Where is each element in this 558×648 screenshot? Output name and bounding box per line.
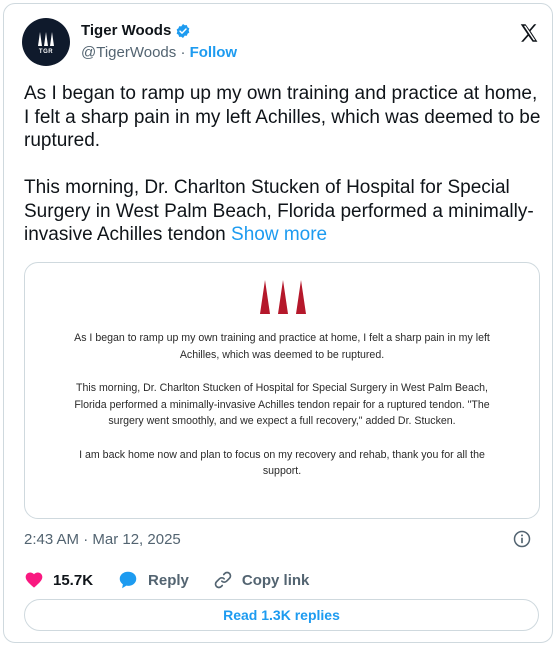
x-logo-icon[interactable] <box>518 22 540 44</box>
avatar[interactable]: TGR <box>22 18 70 66</box>
reply-bubble-icon <box>119 571 137 589</box>
tweet-card: TGR Tiger Woods @TigerWoods · Follow As … <box>3 3 553 643</box>
reply-button[interactable]: Reply <box>117 569 189 591</box>
tgr-logo-icon <box>38 32 54 46</box>
tweet-text: As I began to ramp up my own training an… <box>24 82 544 247</box>
like-count: 15.7K <box>53 571 94 589</box>
link-icon <box>214 571 232 589</box>
timestamp[interactable]: 2:43 AM · Mar 12, 2025 <box>24 531 181 548</box>
media-paragraph: I am back home now and plan to focus on … <box>79 448 485 478</box>
tgr-red-logo-icon <box>260 280 306 314</box>
separator: · <box>180 44 186 61</box>
media-paragraph: As I began to ramp up my own training an… <box>74 332 490 361</box>
like-button[interactable]: 15.7K <box>24 570 93 590</box>
media-paragraph: This morning, Dr. Charlton Stucken of Ho… <box>74 382 490 427</box>
handle-row: @TigerWoods · Follow <box>81 44 237 61</box>
read-replies-button[interactable]: Read 1.3K replies <box>24 599 539 631</box>
copy-link-label: Copy link <box>241 571 310 589</box>
show-more-link[interactable]: Show more <box>231 224 327 245</box>
display-name[interactable]: Tiger Woods <box>81 22 171 39</box>
read-replies-label: Read 1.3K replies <box>223 607 340 623</box>
media-statement: As I began to ramp up my own training an… <box>65 330 499 497</box>
heart-icon <box>25 572 43 588</box>
action-bar: 15.7K Reply Copy link <box>24 569 333 591</box>
tweet-body: As I began to ramp up my own training an… <box>24 83 541 245</box>
verified-badge-icon <box>176 23 190 38</box>
info-icon[interactable] <box>512 529 532 549</box>
media-image[interactable]: As I began to ramp up my own training an… <box>24 262 540 519</box>
name-row: Tiger Woods <box>81 22 191 39</box>
reply-label: Reply <box>148 571 189 589</box>
tweet-header: TGR Tiger Woods @TigerWoods · Follow <box>22 18 542 70</box>
handle[interactable]: @TigerWoods <box>81 44 176 61</box>
copy-link-button[interactable]: Copy link <box>213 570 310 590</box>
follow-link[interactable]: Follow <box>190 44 238 61</box>
avatar-text: TGR <box>38 49 54 55</box>
